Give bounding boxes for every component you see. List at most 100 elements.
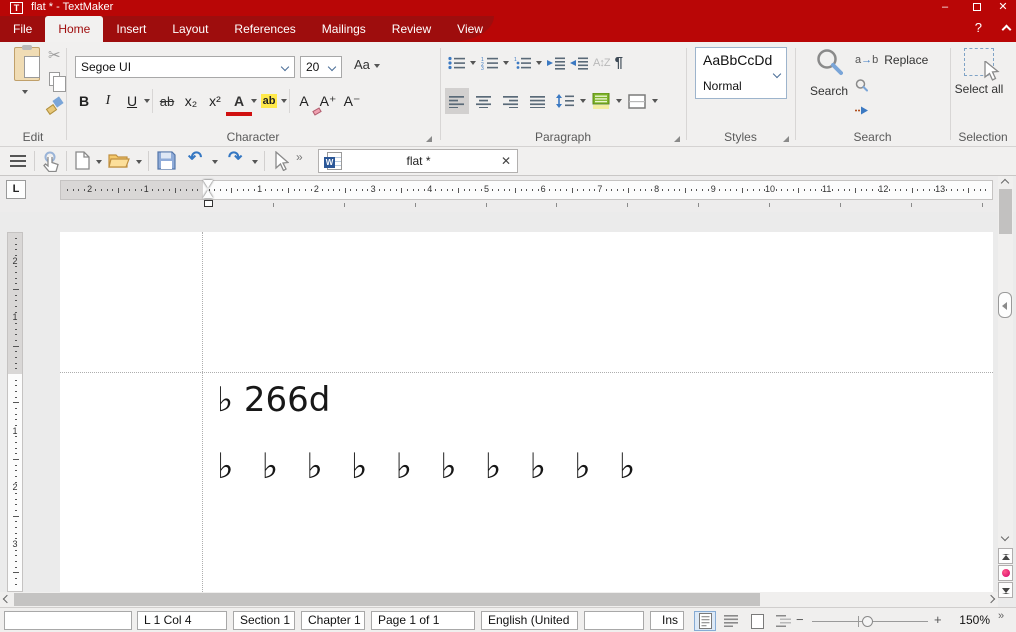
- font-color-button[interactable]: A: [227, 88, 251, 114]
- multilevel-list-dropdown[interactable]: [536, 61, 542, 65]
- decrease-indent-icon[interactable]: [570, 56, 588, 70]
- menu-tab-mailings[interactable]: Mailings: [309, 16, 379, 42]
- font-size-combo[interactable]: 20: [300, 56, 342, 78]
- hamburger-menu-icon[interactable]: [10, 155, 26, 167]
- next-object-button[interactable]: [998, 582, 1013, 598]
- touch-mode-icon[interactable]: [41, 151, 61, 172]
- status-section[interactable]: Section 1: [233, 611, 295, 630]
- maximize-button[interactable]: [964, 0, 990, 15]
- menu-tab-references[interactable]: References: [221, 16, 308, 42]
- strikethrough-button[interactable]: ab: [155, 88, 179, 114]
- borders-button[interactable]: [625, 88, 649, 114]
- menu-tab-review[interactable]: Review: [379, 16, 444, 42]
- pointer-icon[interactable]: [273, 151, 289, 171]
- line-spacing-dropdown[interactable]: [580, 99, 586, 103]
- close-tab-icon[interactable]: ✕: [495, 154, 517, 168]
- chevron-down-icon[interactable]: [773, 70, 781, 78]
- status-page[interactable]: Page 1 of 1: [371, 611, 475, 630]
- new-document-dropdown[interactable]: [96, 160, 102, 164]
- underline-dropdown[interactable]: [144, 99, 150, 103]
- change-case-dropdown[interactable]: [374, 64, 380, 68]
- vertical-ruler[interactable]: 21123: [7, 232, 23, 592]
- subscript-button[interactable]: x₂: [179, 88, 203, 114]
- close-button[interactable]: ✕: [990, 0, 1016, 15]
- minimize-button[interactable]: –: [932, 0, 958, 15]
- indent-marker[interactable]: [203, 180, 214, 208]
- replace-button[interactable]: a→b Replace: [855, 50, 928, 70]
- bullet-list-dropdown[interactable]: [470, 61, 476, 65]
- status-language[interactable]: English (United: [481, 611, 578, 630]
- menu-tab-view[interactable]: View: [444, 16, 496, 42]
- tab-type-selector[interactable]: L: [6, 180, 26, 199]
- goto-button[interactable]: [855, 100, 875, 120]
- bold-button[interactable]: B: [72, 88, 96, 114]
- multilevel-list-icon[interactable]: 1: [514, 56, 531, 70]
- font-name-combo[interactable]: Segoe UI: [75, 56, 295, 78]
- pilcrow-icon[interactable]: ¶: [615, 54, 623, 71]
- select-all-icon[interactable]: [964, 48, 994, 76]
- borders-dropdown[interactable]: [652, 99, 658, 103]
- menu-tab-layout[interactable]: Layout: [159, 16, 221, 42]
- increase-indent-icon[interactable]: [547, 56, 565, 70]
- status-chapter[interactable]: Chapter 1: [301, 611, 365, 630]
- highlight-dropdown[interactable]: [281, 99, 287, 103]
- highlight-button[interactable]: ab: [257, 88, 281, 114]
- menu-tab-home[interactable]: Home: [45, 16, 103, 42]
- line-spacing-button[interactable]: [553, 88, 577, 114]
- zoom-slider-handle[interactable]: [862, 616, 873, 627]
- change-case-button[interactable]: Aa: [354, 57, 380, 72]
- horizontal-scrollbar-thumb[interactable]: [14, 593, 760, 606]
- undo-dropdown[interactable]: [212, 160, 218, 164]
- left-indent-marker[interactable]: [203, 190, 213, 198]
- document-flats-text[interactable]: ♭ ♭ ♭ ♭ ♭ ♭ ♭ ♭ ♭ ♭: [217, 447, 635, 487]
- open-folder-icon[interactable]: [108, 151, 130, 169]
- search-again-button[interactable]: [855, 75, 874, 95]
- chevron-down-icon[interactable]: [281, 63, 289, 71]
- previous-object-button[interactable]: [998, 548, 1013, 564]
- menu-tab-file[interactable]: File: [0, 16, 45, 42]
- format-painter-icon[interactable]: [46, 98, 62, 114]
- scroll-left-icon[interactable]: [3, 595, 11, 603]
- help-button[interactable]: ?: [975, 20, 982, 35]
- paragraph-dialog-launcher[interactable]: [674, 136, 680, 142]
- document-tab[interactable]: W flat * ✕: [318, 149, 518, 173]
- menu-tab-insert[interactable]: Insert: [103, 16, 159, 42]
- style-picker[interactable]: AaBbCcDd Normal: [695, 47, 787, 99]
- indent-square-handle[interactable]: [204, 200, 213, 207]
- vertical-scrollbar[interactable]: [998, 176, 1013, 592]
- status-cursor-position[interactable]: L 1 Col 4: [137, 611, 227, 630]
- statusbar-overflow-icon[interactable]: »: [998, 610, 1004, 622]
- sidebar-splitter-handle[interactable]: [998, 292, 1012, 318]
- character-dialog-launcher[interactable]: [426, 136, 432, 142]
- scroll-down-icon[interactable]: [1001, 533, 1009, 541]
- document-page[interactable]: ♭ 266d ♭ ♭ ♭ ♭ ♭ ♭ ♭ ♭ ♭ ♭: [60, 232, 993, 592]
- copy-icon[interactable]: [49, 72, 60, 86]
- clear-formatting-button[interactable]: A: [292, 88, 316, 114]
- paste-dropdown[interactable]: [22, 90, 28, 94]
- bullet-list-icon[interactable]: [448, 56, 465, 70]
- shrink-font-button[interactable]: A⁻: [340, 88, 364, 114]
- vertical-scrollbar-thumb[interactable]: [999, 189, 1012, 234]
- align-right-button[interactable]: [499, 88, 523, 114]
- zoom-percentage[interactable]: 150%: [950, 613, 990, 627]
- new-document-icon[interactable]: [75, 151, 90, 170]
- underline-button[interactable]: U: [120, 88, 144, 114]
- status-extra2[interactable]: [584, 611, 644, 630]
- browse-object-button[interactable]: [998, 565, 1013, 581]
- status-insert-mode[interactable]: Ins: [650, 611, 684, 630]
- zoom-in-button[interactable]: +: [934, 612, 942, 627]
- numbered-list-icon[interactable]: 123: [481, 56, 498, 70]
- scroll-right-icon[interactable]: [987, 595, 995, 603]
- align-center-button[interactable]: [472, 88, 496, 114]
- chevron-down-icon[interactable]: [328, 63, 336, 71]
- view-fullscreen-button[interactable]: [746, 611, 768, 631]
- save-icon[interactable]: [157, 151, 176, 170]
- zoom-out-button[interactable]: −: [796, 612, 804, 627]
- view-continuous-button[interactable]: [720, 611, 742, 631]
- first-line-indent-marker[interactable]: [203, 180, 213, 188]
- search-button[interactable]: Search: [807, 48, 851, 98]
- horizontal-ruler[interactable]: 2112345678910111213: [60, 180, 993, 200]
- toolbar-overflow-icon[interactable]: »: [296, 150, 303, 164]
- redo-dropdown[interactable]: [252, 160, 258, 164]
- view-outline-button[interactable]: [772, 611, 794, 631]
